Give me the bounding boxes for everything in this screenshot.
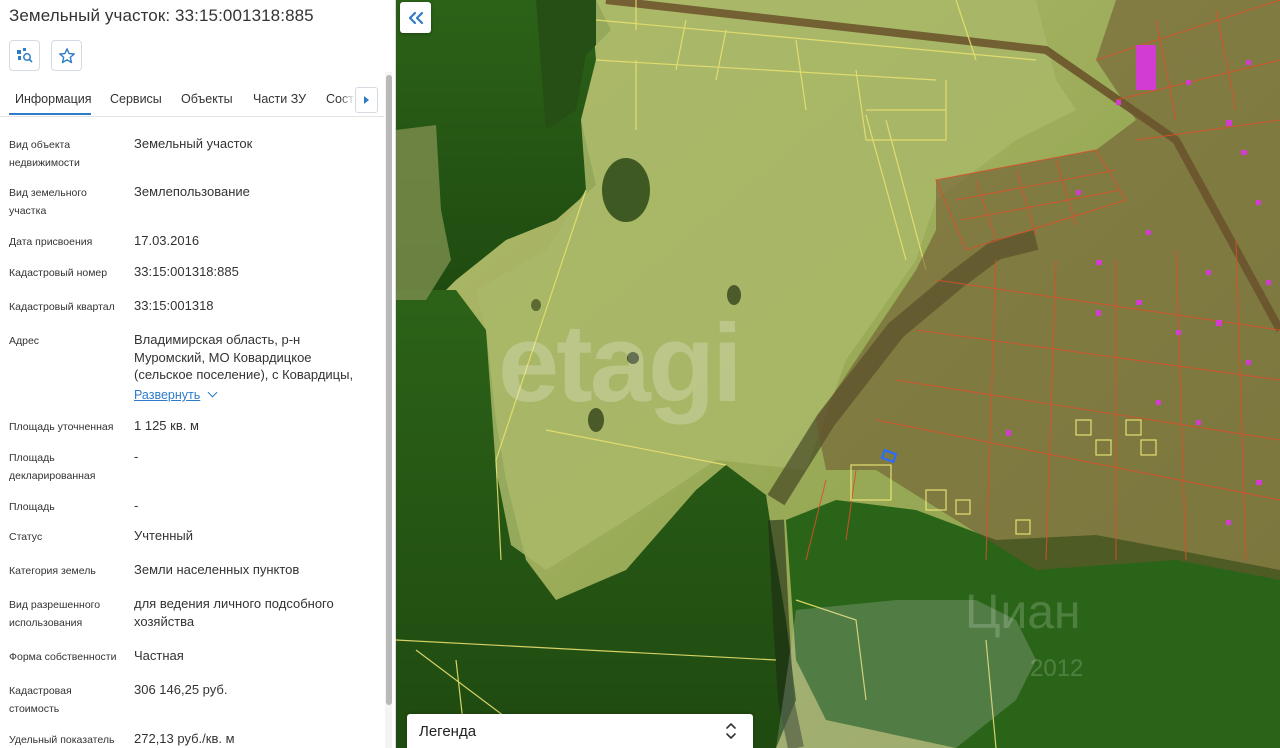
label-area: Площадь <box>9 501 55 513</box>
star-icon <box>58 47 75 63</box>
tab-objects[interactable]: Объекты <box>181 92 233 106</box>
value-land-category: Земли населенных пунктов <box>134 562 300 577</box>
value-status: Учтенный <box>134 528 194 543</box>
value-ownership-form: Частная <box>134 648 184 663</box>
label-object-type: Вид объекта недвижимости <box>9 139 80 169</box>
value-cadastral-number: 33:15:001318:885 <box>134 264 239 279</box>
tab-parcel-parts[interactable]: Части ЗУ <box>253 92 306 106</box>
map-view[interactable]: etagi Циан 2012 <box>396 0 1280 748</box>
tab-information[interactable]: Информация <box>15 92 92 106</box>
value-address: Владимирская область, р-н Муромский, МО … <box>134 332 354 382</box>
chevron-up-down-icon <box>726 723 736 739</box>
info-panel: Земельный участок: 33:15:001318:885 Инфо… <box>0 0 396 748</box>
value-area: - <box>134 498 139 513</box>
map-pin-search-icon <box>16 47 33 63</box>
active-tab-indicator <box>9 113 91 115</box>
label-cadastral-quarter: Кадастровый квартал <box>9 301 115 313</box>
value-permitted-use: для ведения личного подсобного хозяйства <box>134 596 334 629</box>
label-area-declared: Площадь декларированная <box>9 452 96 482</box>
label-parcel-type: Вид земельного участка <box>9 187 87 217</box>
label-address: Адрес <box>9 335 40 347</box>
collapse-panel-button[interactable] <box>400 2 431 33</box>
label-cadastral-number: Кадастровый номер <box>9 267 108 279</box>
value-object-type: Земельный участок <box>134 136 253 151</box>
label-area-refined: Площадь уточненная <box>9 421 114 433</box>
expand-label[interactable]: Развернуть <box>134 388 200 402</box>
value-assignment-date: 17.03.2016 <box>134 233 200 248</box>
legend-dropdown[interactable]: Легенда <box>407 714 753 748</box>
legend-label: Легенда <box>419 723 477 740</box>
label-assignment-date: Дата присвоения <box>9 236 93 248</box>
locate-on-map-button[interactable] <box>9 40 40 71</box>
label-permitted-use: Вид разрешенного использования <box>9 599 101 629</box>
double-chevron-left-icon <box>408 11 423 24</box>
cian-year-watermark: 2012 <box>1030 655 1084 682</box>
etagi-watermark: etagi <box>498 302 743 425</box>
expand-address-link[interactable]: Развернуть <box>134 387 374 405</box>
value-area-declared: - <box>134 449 139 464</box>
label-status: Статус <box>9 531 43 543</box>
chevron-down-icon <box>207 387 218 398</box>
value-area-refined: 1 125 кв. м <box>134 418 199 433</box>
value-parcel-type: Землепользование <box>134 184 250 199</box>
label-cadastral-value: Кадастровая стоимость <box>9 685 72 715</box>
scrollbar-thumb[interactable] <box>386 75 392 705</box>
label-ownership-form: Форма собственности <box>9 651 117 663</box>
tab-services[interactable]: Сервисы <box>110 92 162 106</box>
tabs-scroll-right-button[interactable] <box>355 87 378 113</box>
value-cadastral-value: 306 146,25 руб. <box>134 682 228 697</box>
cian-watermark: Циан <box>965 586 1081 639</box>
tab-bar: Информация Сервисы Объекты Части ЗУ Сост… <box>0 86 384 117</box>
favorite-button[interactable] <box>51 40 82 71</box>
value-unit-value: 272,13 руб./кв. м <box>134 731 235 746</box>
label-land-category: Категория земель <box>9 565 96 577</box>
label-unit-value: Удельный показатель <box>9 734 115 746</box>
page-title: Земельный участок: 33:15:001318:885 <box>9 6 314 25</box>
value-cadastral-quarter: 33:15:001318 <box>134 298 214 313</box>
